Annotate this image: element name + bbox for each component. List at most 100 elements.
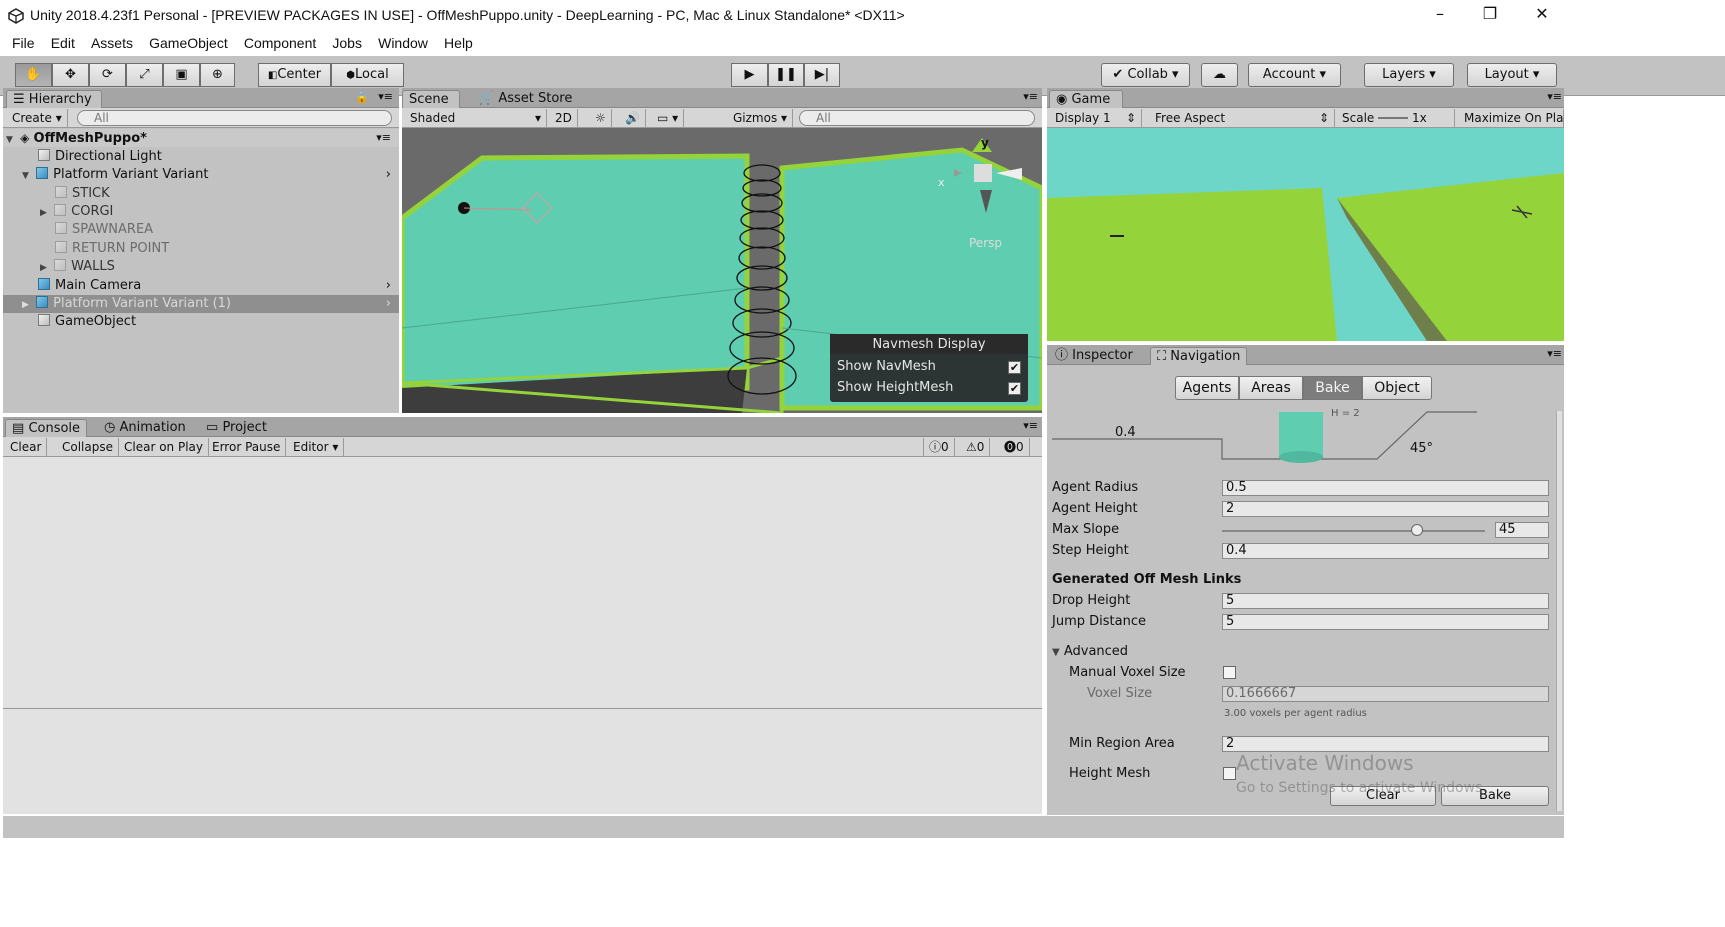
list-item[interactable]: STICK (3, 185, 399, 203)
expand-arrow-icon[interactable]: ▼ (22, 167, 32, 185)
display-dropdown[interactable]: Display 1 ⇕ (1050, 109, 1142, 127)
layout-dropdown[interactable]: Layout ▾ (1467, 63, 1557, 87)
error-filter-toggle[interactable]: ⓿0 (999, 438, 1030, 456)
collab-button[interactable]: ✔ Collab ▾ (1101, 63, 1190, 87)
jump-distance-field[interactable]: 5 (1222, 614, 1549, 630)
agents-tab-button[interactable]: Agents (1175, 376, 1239, 400)
advanced-foldout[interactable]: ▼ Advanced (1052, 644, 1128, 659)
agent-height-field[interactable]: 2 (1222, 501, 1549, 517)
tab-project[interactable]: ▭ Project (200, 419, 273, 437)
console-split-divider[interactable] (3, 708, 1042, 709)
list-item[interactable]: ▶ WALLS (3, 258, 399, 276)
areas-tab-button[interactable]: Areas (1239, 376, 1303, 400)
pause-button[interactable]: ❚❚ (768, 63, 804, 87)
menu-component[interactable]: Component (244, 32, 316, 51)
scale-track[interactable] (1378, 117, 1409, 119)
rect-tool-button[interactable]: ▣ (163, 63, 200, 87)
transform-tool-button[interactable]: ⊕ (200, 63, 235, 87)
object-tab-button[interactable]: Object (1362, 376, 1432, 400)
scale-slider[interactable]: Scale 1x (1337, 109, 1455, 127)
list-item[interactable]: RETURN POINT (3, 240, 399, 258)
menu-window[interactable]: Window (378, 32, 428, 51)
expand-arrow-icon[interactable]: ▼ (6, 131, 16, 149)
list-item[interactable]: Directional Light (3, 148, 399, 166)
tab-inspector[interactable]: ⓘ Inspector (1049, 347, 1139, 365)
list-item[interactable]: Main Camera › (3, 277, 399, 295)
toggle-2d-button[interactable]: 2D (550, 109, 578, 127)
panel-menu-icon[interactable]: ▾≡ (1547, 347, 1562, 360)
pivot-local-button[interactable]: ⬢Local (331, 63, 404, 87)
clear-on-play-toggle[interactable]: Clear on Play (119, 438, 209, 456)
scale-tool-button[interactable]: ⤢ (126, 63, 163, 87)
list-item[interactable]: SPAWNAREA (3, 221, 399, 239)
list-item[interactable]: ▶ CORGI (3, 203, 399, 221)
expand-arrow-icon[interactable]: ▶ (40, 259, 50, 277)
tab-hierarchy[interactable]: ☰ Hierarchy (6, 90, 102, 108)
max-slope-slider-thumb[interactable] (1411, 524, 1423, 536)
account-dropdown[interactable]: Account ▾ (1248, 63, 1341, 87)
step-button[interactable]: ▶| (804, 63, 840, 87)
shading-dropdown[interactable]: Shaded ▾ (405, 109, 547, 127)
show-navmesh-checkbox[interactable]: ✔ (1008, 361, 1021, 374)
lighting-toggle[interactable]: ☼ (590, 109, 612, 127)
rotate-tool-button[interactable]: ⟳ (89, 63, 126, 87)
move-tool-button[interactable]: ✥ (52, 63, 89, 87)
maximize-on-play-toggle[interactable]: Maximize On Play (1459, 109, 1564, 127)
close-button[interactable]: ✕ (1522, 4, 1562, 28)
bake-tab-button[interactable]: Bake (1303, 376, 1362, 400)
panel-menu-icon[interactable]: ▾≡ (1023, 419, 1038, 432)
minimize-button[interactable]: – (1420, 4, 1460, 28)
aspect-dropdown[interactable]: Free Aspect ⇕ (1150, 109, 1335, 127)
lock-icon[interactable]: 🔒 (355, 91, 369, 104)
menu-edit[interactable]: Edit (51, 32, 75, 51)
restore-button[interactable]: ❐ (1470, 4, 1510, 28)
tab-console[interactable]: ▤ Console (5, 419, 88, 437)
create-dropdown[interactable]: Create ▾ (7, 109, 68, 127)
effects-dropdown[interactable]: ▭ ▾ (652, 109, 685, 127)
tab-game[interactable]: ◉ Game (1049, 90, 1123, 108)
inspector-scrollbar[interactable] (1556, 411, 1562, 811)
step-height-field[interactable]: 0.4 (1222, 543, 1549, 559)
tab-navigation[interactable]: ⛶ Navigation (1150, 347, 1248, 365)
gizmos-dropdown[interactable]: Gizmos ▾ (728, 109, 794, 127)
manual-voxel-checkbox[interactable] (1223, 666, 1236, 679)
drop-height-field[interactable]: 5 (1222, 593, 1549, 609)
scene-search-input[interactable]: All (799, 110, 1035, 126)
menu-gameobject[interactable]: GameObject (149, 32, 228, 51)
info-filter-toggle[interactable]: ⓘ0 (923, 438, 955, 456)
list-item[interactable]: ▼ Platform Variant Variant › (3, 166, 399, 184)
play-button[interactable]: ▶ (731, 63, 768, 87)
tab-asset-store[interactable]: 🛒 Asset Store (472, 90, 578, 108)
editor-dropdown[interactable]: Editor ▾ (288, 438, 345, 456)
layers-dropdown[interactable]: Layers ▾ (1364, 63, 1454, 87)
menu-assets[interactable]: Assets (91, 32, 133, 51)
hand-tool-button[interactable]: ✋ (15, 63, 52, 87)
scene-root-row[interactable]: ▼ ◈ OffMeshPuppo* ▾≡ (3, 129, 399, 147)
panel-menu-icon[interactable]: ▾≡ (1547, 90, 1562, 103)
min-region-field[interactable]: 2 (1222, 736, 1549, 752)
warning-filter-toggle[interactable]: ⚠0 (961, 438, 991, 456)
error-pause-toggle[interactable]: Error Pause (207, 438, 287, 456)
console-clear-button[interactable]: Clear (5, 438, 48, 456)
tab-scene[interactable]: Scene (402, 90, 460, 108)
chevron-right-icon[interactable]: › (386, 166, 391, 184)
chevron-right-icon[interactable]: › (386, 295, 391, 313)
height-mesh-checkbox[interactable] (1223, 767, 1236, 780)
expand-arrow-icon[interactable]: ▶ (22, 296, 32, 314)
menu-jobs[interactable]: Jobs (332, 32, 362, 51)
hierarchy-search-input[interactable]: All (77, 110, 392, 126)
pivot-center-button[interactable]: ◧Center (258, 63, 331, 87)
max-slope-field[interactable]: 45 (1495, 522, 1549, 538)
cloud-button[interactable]: ☁ (1201, 63, 1238, 87)
perspective-label[interactable]: Persp (969, 236, 1002, 250)
max-slope-slider-track[interactable] (1222, 530, 1485, 532)
scene-menu-icon[interactable]: ▾≡ (376, 129, 391, 147)
menu-file[interactable]: File (12, 32, 35, 51)
agent-radius-field[interactable]: 0.5 (1222, 480, 1549, 496)
panel-menu-icon[interactable]: ▾≡ (1023, 90, 1038, 103)
menu-help[interactable]: Help (444, 32, 473, 51)
expand-arrow-icon[interactable]: ▶ (40, 204, 50, 222)
show-heightmesh-checkbox[interactable]: ✔ (1008, 382, 1021, 395)
list-item[interactable]: GameObject (3, 313, 399, 331)
audio-toggle[interactable]: 🔊 (620, 109, 646, 127)
